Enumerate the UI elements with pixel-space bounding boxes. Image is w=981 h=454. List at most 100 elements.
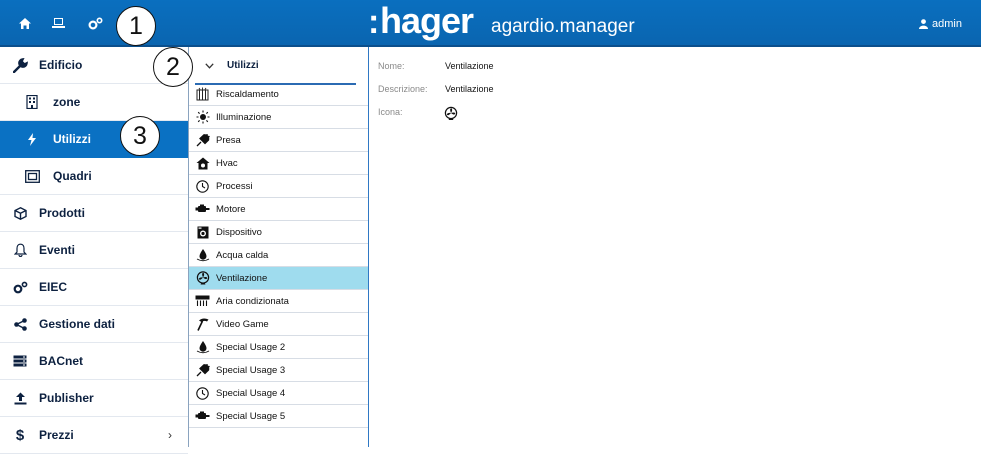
list-item-label: Video Game xyxy=(216,318,269,330)
list-item-processi[interactable]: Processi xyxy=(189,175,368,198)
settings-gears-icon[interactable] xyxy=(82,10,108,36)
user-menu[interactable]: admin xyxy=(919,16,962,32)
sidebar-item-bacnet[interactable]: BACnet xyxy=(0,343,188,380)
sidebar-item-label: Publisher xyxy=(39,391,94,405)
share-icon xyxy=(12,316,28,332)
dollar-icon: $ xyxy=(15,426,25,444)
motor-icon xyxy=(195,409,210,424)
list-item-ventilazione[interactable]: Ventilazione xyxy=(189,267,368,290)
gears-icon xyxy=(12,279,28,295)
sidebar-item-utilizzi[interactable]: Utilizzi xyxy=(0,121,188,158)
list-item-label: Dispositivo xyxy=(216,226,262,238)
list-item-label: Presa xyxy=(216,134,241,146)
list-item-dispositivo[interactable]: Dispositivo xyxy=(189,221,368,244)
clock-icon xyxy=(195,179,210,194)
list-item-presa[interactable]: Presa xyxy=(189,129,368,152)
brand-logo: hager xyxy=(380,0,474,41)
sidebar-item-label: EIEC xyxy=(39,280,68,294)
list-item-video-game[interactable]: Video Game xyxy=(189,313,368,336)
house-icon xyxy=(195,156,210,171)
fan-icon xyxy=(444,106,458,126)
list-item-special-usage-5[interactable]: Special Usage 5 xyxy=(189,405,368,428)
monitor-icon[interactable] xyxy=(45,10,71,36)
wrench-icon xyxy=(12,57,28,73)
list-item-motore[interactable]: Motore xyxy=(189,198,368,221)
home-icon[interactable] xyxy=(12,10,38,36)
sidebar-item-zone[interactable]: zone xyxy=(0,84,188,121)
panel-icon xyxy=(24,168,40,184)
list-item-label: Illuminazione xyxy=(216,111,272,123)
list-item-label: Hvac xyxy=(216,157,238,169)
username: admin xyxy=(932,18,962,30)
list-item-label: Acqua calda xyxy=(216,249,269,261)
list-item-special-usage-2[interactable]: Special Usage 2 xyxy=(189,336,368,359)
sidebar-item-label: Prodotti xyxy=(39,206,85,220)
user-icon xyxy=(919,19,928,29)
list-item-label: Processi xyxy=(216,180,253,192)
sidebar-item-label: Utilizzi xyxy=(53,132,91,146)
app-title: agardio.manager xyxy=(491,16,635,37)
chevron-down-icon xyxy=(205,58,214,72)
sidebar-item-prezzi[interactable]: $ Prezzi › xyxy=(0,417,188,454)
sidebar-item-quadri[interactable]: Quadri xyxy=(0,158,188,195)
sidebar-item-label: Gestione dati xyxy=(39,317,116,331)
sidebar-item-label: Prezzi xyxy=(39,428,74,442)
chevron-right-icon: › xyxy=(168,428,172,442)
list-item-acqua-calda[interactable]: Acqua calda xyxy=(189,244,368,267)
callout-2: 2 xyxy=(153,47,193,87)
sidebar-item-prodotti[interactable]: Prodotti xyxy=(0,195,188,232)
washing-machine-icon xyxy=(195,225,210,240)
upload-icon xyxy=(12,390,28,406)
list-item-label: Motore xyxy=(216,203,246,215)
clock-icon xyxy=(195,386,210,401)
list-item-aria-condizionata[interactable]: Aria condizionata xyxy=(189,290,368,313)
sidebar: Edificio zone Utilizzi Quadri Prodotti E… xyxy=(0,47,188,454)
plug-icon xyxy=(195,363,210,378)
list-item-hvac[interactable]: Hvac xyxy=(189,152,368,175)
hammer-icon xyxy=(195,317,210,332)
list-item-special-usage-4[interactable]: Special Usage 4 xyxy=(189,382,368,405)
radiator-icon xyxy=(195,87,210,102)
callout-1: 1 xyxy=(116,6,156,46)
sidebar-item-label: Edificio xyxy=(39,58,83,72)
icon-label: Icona: xyxy=(378,107,403,117)
name-label: Nome: xyxy=(378,61,405,71)
name-value: Ventilazione xyxy=(445,61,494,71)
lightbulb-icon xyxy=(195,110,210,125)
sidebar-item-eiec[interactable]: EIEC xyxy=(0,269,188,306)
server-icon xyxy=(12,353,28,369)
water-drop-icon xyxy=(195,340,210,355)
box-icon xyxy=(12,205,28,221)
list-item-label: Riscaldamento xyxy=(216,88,279,100)
sidebar-item-label: BACnet xyxy=(39,354,83,368)
sidebar-item-label: Quadri xyxy=(53,169,92,183)
usage-list-title: Utilizzi xyxy=(227,60,259,71)
list-item-label: Special Usage 2 xyxy=(216,341,286,353)
usage-list-panel: Utilizzi Riscaldamento Illuminazione Pre… xyxy=(188,47,369,447)
building-icon xyxy=(24,94,40,110)
bell-icon xyxy=(12,242,28,258)
water-drop-icon xyxy=(195,248,210,263)
bolt-icon xyxy=(24,131,40,147)
air-conditioner-icon xyxy=(195,294,210,309)
callout-3: 3 xyxy=(120,116,160,156)
motor-icon xyxy=(195,202,210,217)
list-item-label: Special Usage 5 xyxy=(216,410,286,422)
list-item-riscaldamento[interactable]: Riscaldamento xyxy=(189,83,368,106)
sidebar-item-label: zone xyxy=(53,95,81,109)
sidebar-item-label: Eventi xyxy=(39,243,76,257)
plug-icon xyxy=(195,133,210,148)
description-value: Ventilazione xyxy=(445,84,494,94)
list-item-special-usage-3[interactable]: Special Usage 3 xyxy=(189,359,368,382)
list-item-label: Ventilazione xyxy=(216,272,268,284)
list-item-label: Special Usage 4 xyxy=(216,387,286,399)
list-item-illuminazione[interactable]: Illuminazione xyxy=(189,106,368,129)
usage-list-header[interactable]: Utilizzi xyxy=(189,47,367,85)
sidebar-item-gestione-dati[interactable]: Gestione dati xyxy=(0,306,188,343)
fan-icon xyxy=(195,271,210,286)
brand-colon: : xyxy=(368,3,379,41)
sidebar-item-eventi[interactable]: Eventi xyxy=(0,232,188,269)
sidebar-item-publisher[interactable]: Publisher xyxy=(0,380,188,417)
list-item-label: Special Usage 3 xyxy=(216,364,286,376)
description-label: Descrizione: xyxy=(378,84,428,94)
